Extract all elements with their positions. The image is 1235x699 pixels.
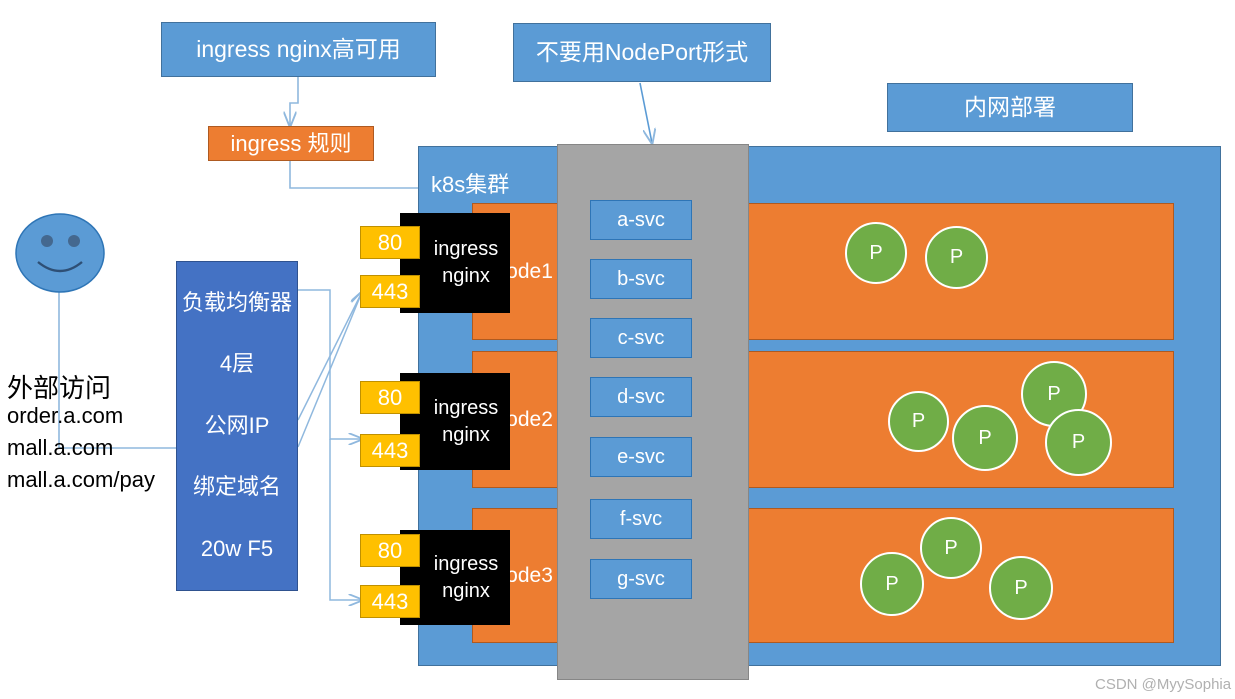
pod-label: P bbox=[1047, 382, 1061, 405]
port-chip-443: 443 bbox=[360, 585, 420, 618]
ingress-nginx-line2: nginx bbox=[442, 579, 490, 602]
service-label: a-svc bbox=[617, 208, 665, 231]
service-label: b-svc bbox=[617, 267, 665, 290]
lb-line-0: 负载均衡器 bbox=[181, 289, 292, 315]
note-no-nodeport: 不要用NodePort形式 bbox=[513, 23, 771, 82]
port-chip-80: 80 bbox=[360, 226, 420, 259]
note-ingress-rule: ingress 规则 bbox=[208, 126, 374, 161]
service-b-svc[interactable]: b-svc bbox=[590, 259, 692, 299]
port-chip-80: 80 bbox=[360, 534, 420, 567]
port-label: 443 bbox=[371, 437, 409, 463]
pod-label: P bbox=[1071, 431, 1086, 453]
service-c-svc[interactable]: c-svc bbox=[590, 318, 692, 358]
note-ingress-ha: ingress nginx高可用 bbox=[161, 22, 436, 77]
service-e-svc[interactable]: e-svc bbox=[590, 437, 692, 477]
watermark: CSDN @MyySophia bbox=[1095, 676, 1232, 693]
pod-label: P bbox=[949, 246, 964, 268]
load-balancer-box: 负载均衡器 4层 公网IP 绑定域名 20w F5 bbox=[176, 261, 298, 591]
note-intranet-label: 内网部署 bbox=[964, 94, 1056, 121]
port-chip-443: 443 bbox=[360, 434, 420, 467]
lb-line-1: 4层 bbox=[219, 351, 255, 377]
service-f-svc[interactable]: f-svc bbox=[590, 499, 692, 539]
pod-label: P bbox=[944, 536, 958, 559]
port-label: 80 bbox=[377, 229, 403, 255]
lb-line-4: 20w F5 bbox=[200, 536, 274, 562]
pod: P bbox=[1045, 409, 1112, 476]
external-domain-2: mall.a.com/pay bbox=[7, 467, 155, 492]
port-label: 443 bbox=[371, 278, 409, 304]
pod-label: P bbox=[911, 410, 926, 432]
ingress-nginx-line1: ingress bbox=[433, 238, 499, 260]
ingress-nginx-line1: ingress bbox=[433, 396, 499, 419]
pod-label: P bbox=[885, 572, 899, 595]
external-domain-0: order.a.com bbox=[7, 403, 124, 428]
pod: P bbox=[925, 226, 988, 289]
port-chip-443: 443 bbox=[360, 275, 420, 308]
service-label: d-svc bbox=[617, 385, 665, 408]
ingress-nginx-line2: nginx bbox=[442, 265, 490, 287]
ingress-nginx-line2: nginx bbox=[442, 423, 490, 446]
service-d-svc[interactable]: d-svc bbox=[590, 377, 692, 417]
diagram-canvas: ingress nginx高可用 不要用NodePort形式 内网部署 ingr… bbox=[0, 0, 1235, 699]
note-no-nodeport-label: 不要用NodePort形式 bbox=[535, 39, 749, 66]
service-label: f-svc bbox=[619, 507, 663, 530]
external-access-title: 外部访问 bbox=[7, 373, 112, 403]
lb-line-2: 公网IP bbox=[204, 412, 270, 438]
port-label: 80 bbox=[377, 537, 403, 563]
pod-label: P bbox=[1014, 576, 1028, 599]
pod: P bbox=[845, 222, 907, 284]
port-label: 443 bbox=[371, 588, 409, 614]
note-ingress-rule-label: ingress 规则 bbox=[230, 130, 352, 156]
service-a-svc[interactable]: a-svc bbox=[590, 200, 692, 240]
k8s-cluster-label: k8s集群 bbox=[431, 172, 510, 197]
smiley-face-icon bbox=[15, 213, 105, 293]
external-domain-1: mall.a.com bbox=[7, 435, 114, 460]
pod-label: P bbox=[869, 241, 883, 264]
note-ingress-ha-label: ingress nginx高可用 bbox=[196, 36, 401, 63]
service-label: e-svc bbox=[617, 445, 665, 468]
port-chip-80: 80 bbox=[360, 381, 420, 414]
pod: P bbox=[952, 405, 1018, 471]
lb-line-3: 绑定域名 bbox=[192, 474, 281, 500]
service-label: g-svc bbox=[617, 567, 665, 590]
pod: P bbox=[888, 391, 949, 452]
service-label: c-svc bbox=[617, 326, 665, 349]
pod: P bbox=[920, 517, 982, 579]
port-label: 80 bbox=[377, 384, 403, 410]
note-intranet-deploy: 内网部署 bbox=[887, 83, 1133, 132]
pod: P bbox=[860, 552, 924, 616]
service-g-svc[interactable]: g-svc bbox=[590, 559, 692, 599]
pod: P bbox=[989, 556, 1053, 620]
ingress-nginx-line1: ingress bbox=[433, 552, 499, 575]
pod-label: P bbox=[978, 426, 992, 449]
